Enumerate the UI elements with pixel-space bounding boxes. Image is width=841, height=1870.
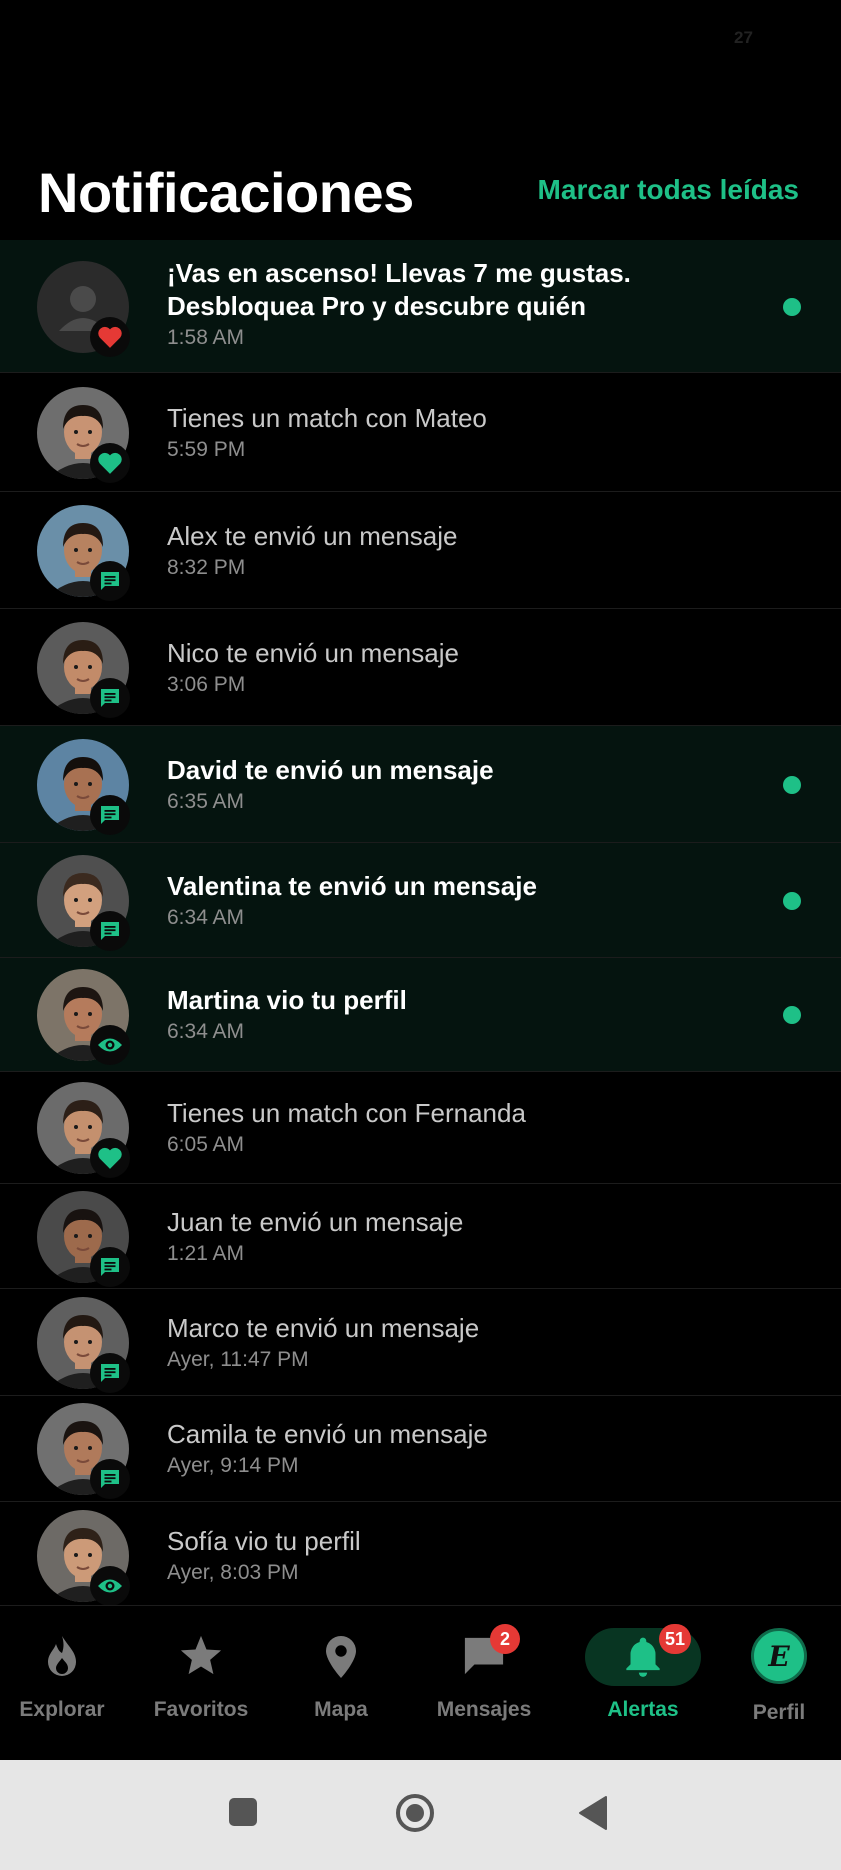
notification-content: Martina vio tu perfil 6:34 AM (167, 984, 751, 1044)
notification-content: Tienes un match con Fernanda 6:05 AM (167, 1097, 751, 1157)
notification-text: Sofía vio tu perfil (167, 1526, 361, 1556)
home-icon[interactable] (395, 1793, 435, 1833)
nav-mensajes[interactable]: 2 Mensajes (414, 1606, 554, 1761)
notification-time: 8:32 PM (167, 556, 246, 579)
nav-label: Mapa (314, 1698, 368, 1721)
notification-item[interactable]: Marco te envió un mensaje Ayer, 11:47 PM (0, 1289, 841, 1396)
notification-time: 5:59 PM (167, 438, 246, 461)
notification-item[interactable]: David te envió un mensaje 6:35 AM (0, 726, 841, 843)
notification-time: 1:58 AM (167, 326, 245, 349)
message-icon (90, 911, 130, 951)
message-icon (90, 1459, 130, 1499)
notification-item[interactable]: Tienes un match con Mateo 5:59 PM (0, 373, 841, 492)
mark-all-read-button[interactable]: Marcar todas leídas (538, 174, 799, 206)
notification-text: ¡Vas en ascenso! Llevas 7 me gustas. Des… (167, 258, 631, 321)
eye-icon (90, 1566, 130, 1606)
profile-initial: E (751, 1628, 807, 1684)
notification-time: Ayer, 11:47 PM (167, 1348, 309, 1371)
notification-content: Tienes un match con Mateo 5:59 PM (167, 402, 751, 462)
bottom-navigation: Explorar Favoritos Mapa 2 Mensajes 51 Alertas E… (0, 1605, 841, 1761)
notification-content: Nico te envió un mensaje 3:06 PM (167, 637, 751, 697)
notification-content: Sofía vio tu perfil Ayer, 8:03 PM (167, 1525, 751, 1585)
star-icon (179, 1634, 223, 1681)
nav-label: Explorar (19, 1698, 105, 1721)
heart-icon (90, 443, 130, 483)
page-title: Notificaciones (38, 161, 414, 224)
notification-text: Nico te envió un mensaje (167, 638, 459, 668)
message-icon (90, 795, 130, 835)
heart-icon (90, 317, 130, 357)
notification-item[interactable]: Alex te envió un mensaje 8:32 PM (0, 492, 841, 609)
notification-time: 3:06 PM (167, 673, 246, 696)
notification-item[interactable]: Juan te envió un mensaje 1:21 AM (0, 1184, 841, 1289)
notification-content: Juan te envió un mensaje 1:21 AM (167, 1206, 751, 1266)
status-bar-number: 27 (734, 28, 753, 47)
flame-icon (42, 1634, 82, 1683)
nav-favoritos[interactable]: Favoritos (131, 1606, 271, 1761)
unread-indicator (783, 892, 801, 910)
system-navigation-bar (0, 1760, 841, 1870)
unread-indicator (783, 298, 801, 316)
notification-text: David te envió un mensaje (167, 755, 494, 785)
nav-perfil[interactable]: E Perfil (709, 1606, 841, 1761)
notification-count-badge: 51 (659, 1624, 692, 1654)
back-icon[interactable] (576, 1795, 610, 1831)
message-icon (90, 561, 130, 601)
notification-item[interactable]: Sofía vio tu perfil Ayer, 8:03 PM (0, 1502, 841, 1609)
notification-content: Camila te envió un mensaje Ayer, 9:14 PM (167, 1418, 751, 1478)
nav-label: Perfil (752, 1701, 806, 1724)
notification-text: Valentina te envió un mensaje (167, 871, 537, 901)
notification-item[interactable]: ¡Vas en ascenso! Llevas 7 me gustas. Des… (0, 240, 841, 373)
nav-explorar[interactable]: Explorar (0, 1606, 132, 1761)
notification-content: ¡Vas en ascenso! Llevas 7 me gustas. Des… (167, 257, 751, 350)
notification-time: 6:34 AM (167, 1020, 245, 1043)
message-icon (90, 678, 130, 718)
unread-indicator (783, 776, 801, 794)
notification-text: Marco te envió un mensaje (167, 1313, 480, 1343)
nav-label: Mensajes (436, 1698, 532, 1721)
notification-time: 6:05 AM (167, 1133, 245, 1156)
notification-text: Tienes un match con Mateo (167, 403, 487, 433)
notification-item[interactable]: Tienes un match con Fernanda 6:05 AM (0, 1072, 841, 1184)
notification-content: Valentina te envió un mensaje 6:34 AM (167, 870, 751, 930)
unread-indicator (783, 1006, 801, 1024)
notification-time: Ayer, 9:14 PM (167, 1454, 299, 1477)
notification-text: Tienes un match con Fernanda (167, 1098, 526, 1128)
notification-content: David te envió un mensaje 6:35 AM (167, 754, 751, 814)
nav-alertas[interactable]: 51 Alertas (573, 1606, 713, 1761)
notification-item[interactable]: Camila te envió un mensaje Ayer, 9:14 PM (0, 1396, 841, 1502)
notification-content: Alex te envió un mensaje 8:32 PM (167, 520, 751, 580)
notification-time: 6:35 AM (167, 790, 245, 813)
notification-item[interactable]: Martina vio tu perfil 6:34 AM (0, 958, 841, 1072)
message-icon (90, 1247, 130, 1287)
notification-time: 6:34 AM (167, 906, 245, 929)
notification-text: Camila te envió un mensaje (167, 1419, 488, 1449)
notification-content: Marco te envió un mensaje Ayer, 11:47 PM (167, 1312, 751, 1372)
notification-text: Alex te envió un mensaje (167, 521, 458, 551)
notification-text: Martina vio tu perfil (167, 985, 407, 1015)
nav-mapa[interactable]: Mapa (271, 1606, 411, 1761)
notification-list: ¡Vas en ascenso! Llevas 7 me gustas. Des… (0, 240, 841, 1609)
nav-label: Favoritos (153, 1698, 249, 1721)
message-icon (90, 1353, 130, 1393)
recents-icon[interactable] (226, 1795, 260, 1829)
map-pin-icon (323, 1634, 359, 1685)
eye-icon (90, 1025, 130, 1065)
bell-icon (623, 1634, 663, 1683)
notification-text: Juan te envió un mensaje (167, 1207, 464, 1237)
nav-label: Alertas (607, 1698, 679, 1721)
notification-item[interactable]: Valentina te envió un mensaje 6:34 AM (0, 843, 841, 958)
notification-item[interactable]: Nico te envió un mensaje 3:06 PM (0, 609, 841, 726)
notification-count-badge: 2 (490, 1624, 520, 1654)
header: Notificaciones Marcar todas leídas (0, 150, 841, 230)
heart-icon (90, 1138, 130, 1178)
profile-icon: E (751, 1628, 807, 1684)
notification-time: 1:21 AM (167, 1242, 245, 1265)
notification-time: Ayer, 8:03 PM (167, 1561, 299, 1584)
